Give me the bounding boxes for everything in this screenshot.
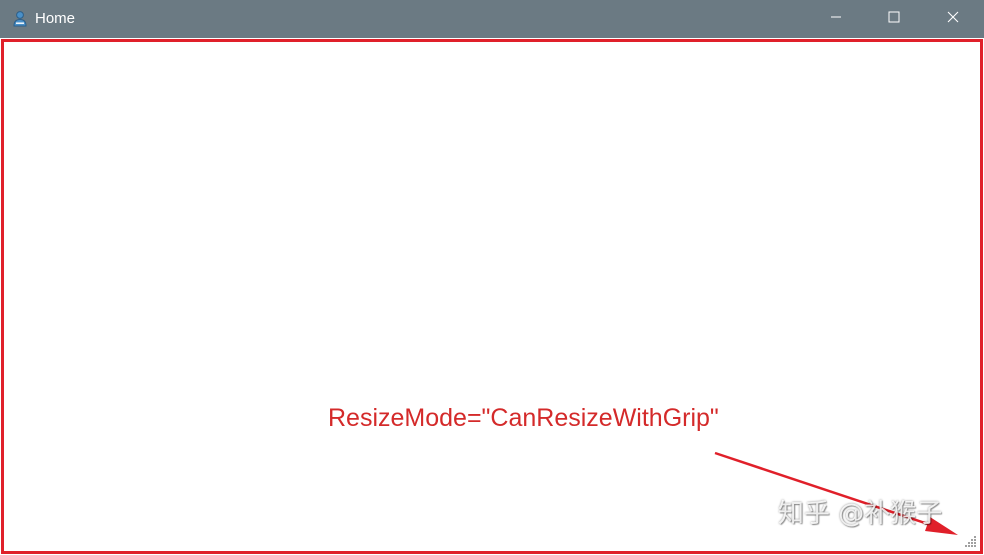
window-title: Home xyxy=(35,10,76,27)
close-button[interactable] xyxy=(924,0,982,38)
maximize-icon xyxy=(888,10,900,28)
application-window: Home ResizeMode="CanResizeWithGrip" 知乎 @… xyxy=(0,0,984,555)
maximize-button[interactable] xyxy=(865,0,923,38)
minimize-icon xyxy=(830,10,842,28)
title-bar[interactable]: Home xyxy=(0,0,984,38)
window-content xyxy=(0,38,984,555)
close-icon xyxy=(947,10,959,28)
resize-grip-icon[interactable] xyxy=(962,533,978,549)
annotation-label: ResizeMode="CanResizeWithGrip" xyxy=(328,404,719,432)
watermark: 知乎 @补猴子 xyxy=(778,499,943,529)
person-icon xyxy=(11,10,29,28)
minimize-button[interactable] xyxy=(807,0,865,38)
